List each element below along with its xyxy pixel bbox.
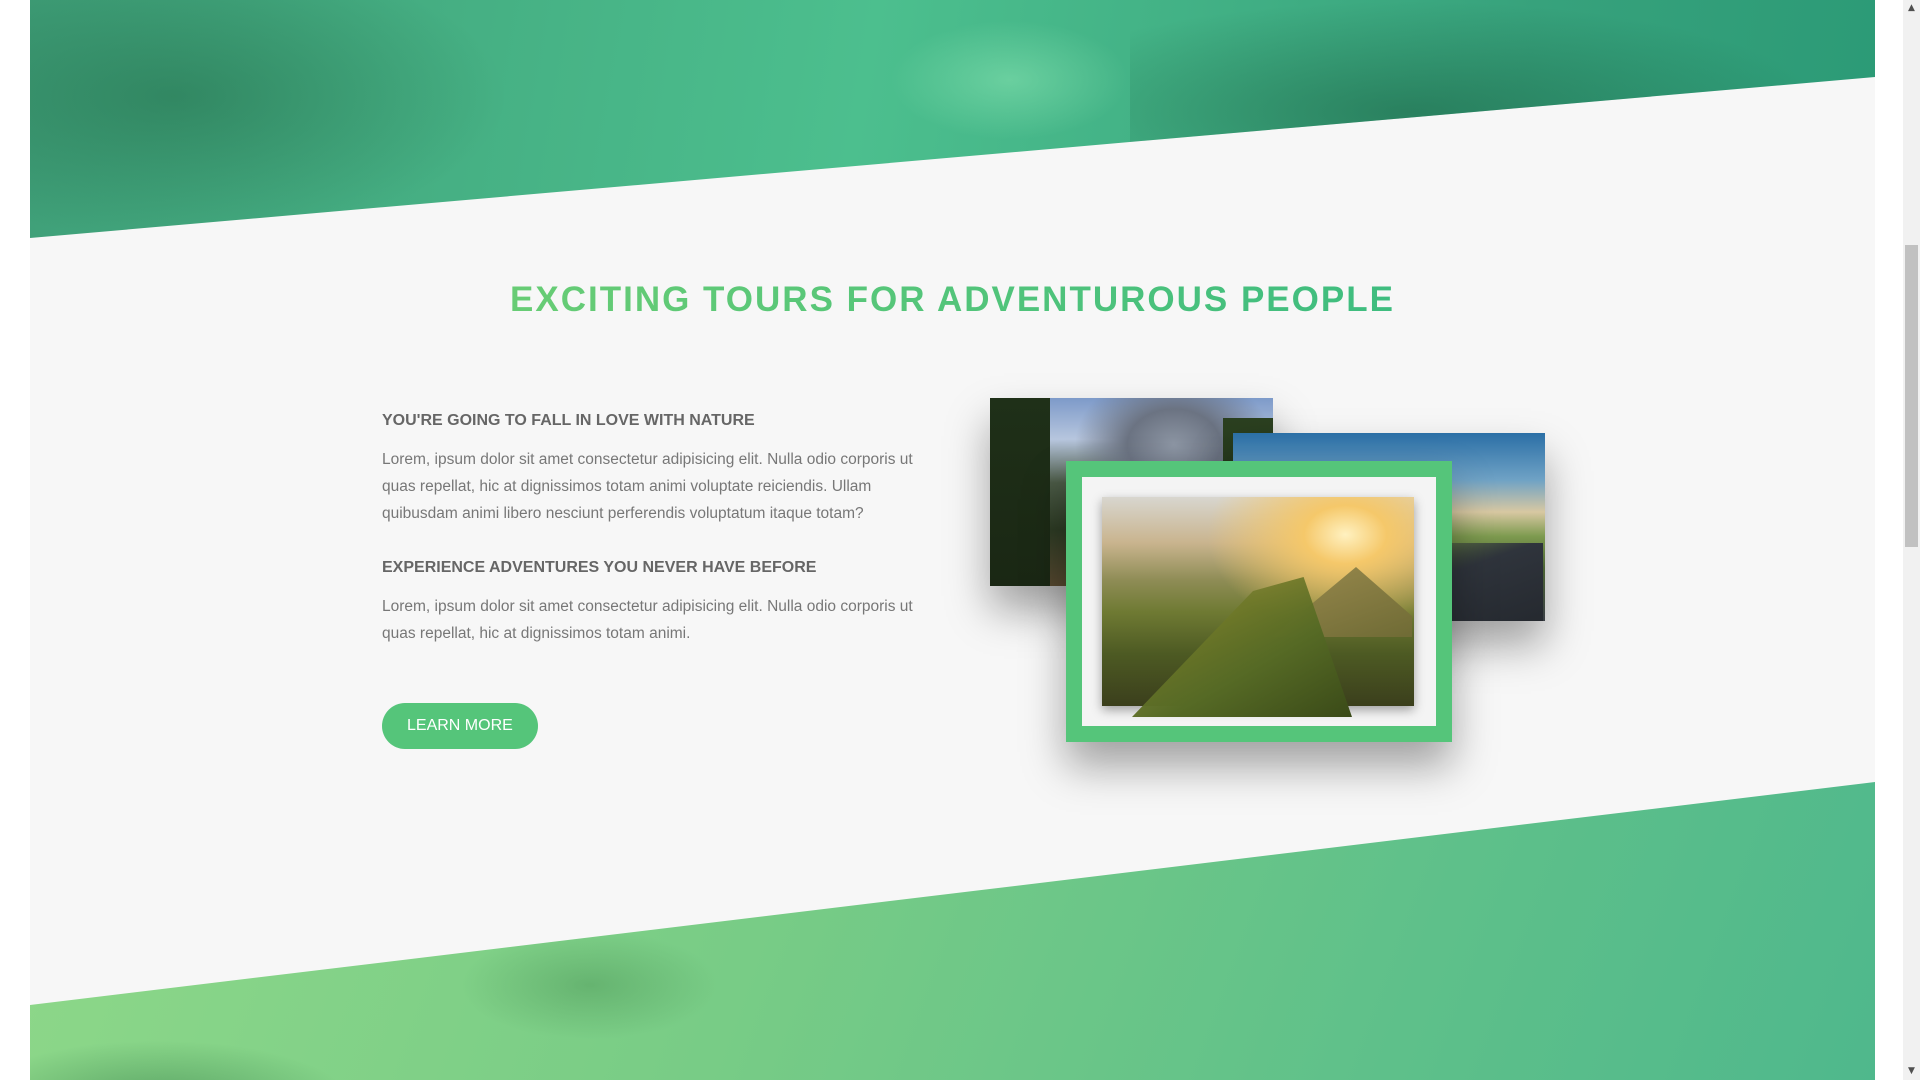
- vertical-scrollbar[interactable]: ▲ ▼: [1903, 0, 1920, 1080]
- ridge-hiker-photo-frame[interactable]: [1066, 461, 1452, 742]
- about-text-column: YOU'RE GOING TO FALL IN LOVE WITH NATURE…: [382, 412, 942, 749]
- header-hero-image: [30, 0, 1875, 238]
- chevron-up-icon[interactable]: ▲: [1906, 3, 1917, 14]
- pine-trees: [990, 398, 1050, 586]
- light-glow: [890, 20, 1130, 140]
- cliff-shadow: [30, 0, 510, 238]
- mountain-ridge: [1130, 0, 1830, 160]
- page-viewport: EXCITING TOURS FOR ADVENTUROUS PEOPLE YO…: [30, 0, 1875, 1080]
- section-title: EXCITING TOURS FOR ADVENTUROUS PEOPLE: [30, 280, 1875, 320]
- chevron-down-icon[interactable]: ▼: [1906, 1066, 1917, 1077]
- hill-silhouette: [30, 1040, 350, 1080]
- cloud-mist: [460, 930, 720, 1040]
- block2-body: Lorem, ipsum dolor sit amet consectetur …: [382, 598, 913, 642]
- ridge-hiker-photo: [1102, 497, 1414, 717]
- block1-heading: YOU'RE GOING TO FALL IN LOVE WITH NATURE: [382, 412, 755, 429]
- learn-more-button[interactable]: LEARN MORE: [382, 703, 538, 749]
- features-background-image: [30, 782, 1875, 1080]
- scrollbar-thumb[interactable]: [1905, 245, 1918, 547]
- block2-heading: EXPERIENCE ADVENTURES YOU NEVER HAVE BEF…: [382, 559, 817, 576]
- block1-body: Lorem, ipsum dolor sit amet consectetur …: [382, 451, 913, 522]
